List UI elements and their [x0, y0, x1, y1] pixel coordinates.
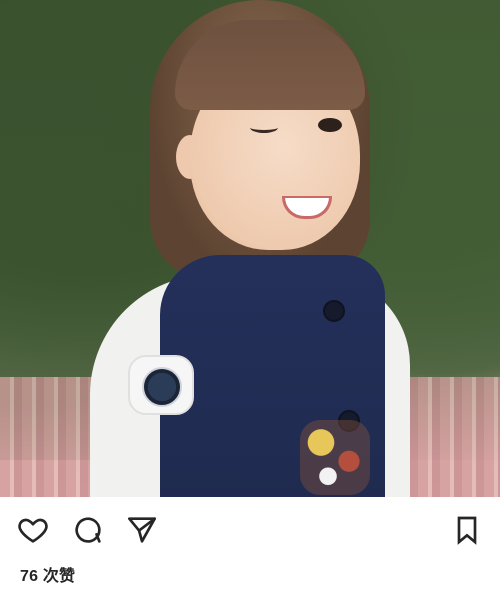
watch-face — [142, 367, 182, 407]
bookmark-icon — [457, 516, 477, 545]
post-action-bar — [0, 497, 500, 561]
comment-icon — [75, 517, 101, 543]
like-button[interactable] — [16, 513, 50, 547]
likes-count[interactable]: 76 次赞 — [20, 562, 75, 586]
comment-button[interactable] — [71, 513, 105, 547]
vest-button — [323, 300, 345, 322]
share-button[interactable] — [125, 513, 159, 547]
open-eye — [318, 118, 342, 132]
save-button[interactable] — [450, 513, 484, 547]
winking-eye — [250, 122, 278, 133]
send-icon — [128, 517, 156, 543]
post-photo[interactable] — [0, 0, 500, 497]
heart-icon — [18, 518, 48, 543]
wristwatch — [128, 355, 194, 415]
vest-embroidery — [300, 420, 370, 495]
